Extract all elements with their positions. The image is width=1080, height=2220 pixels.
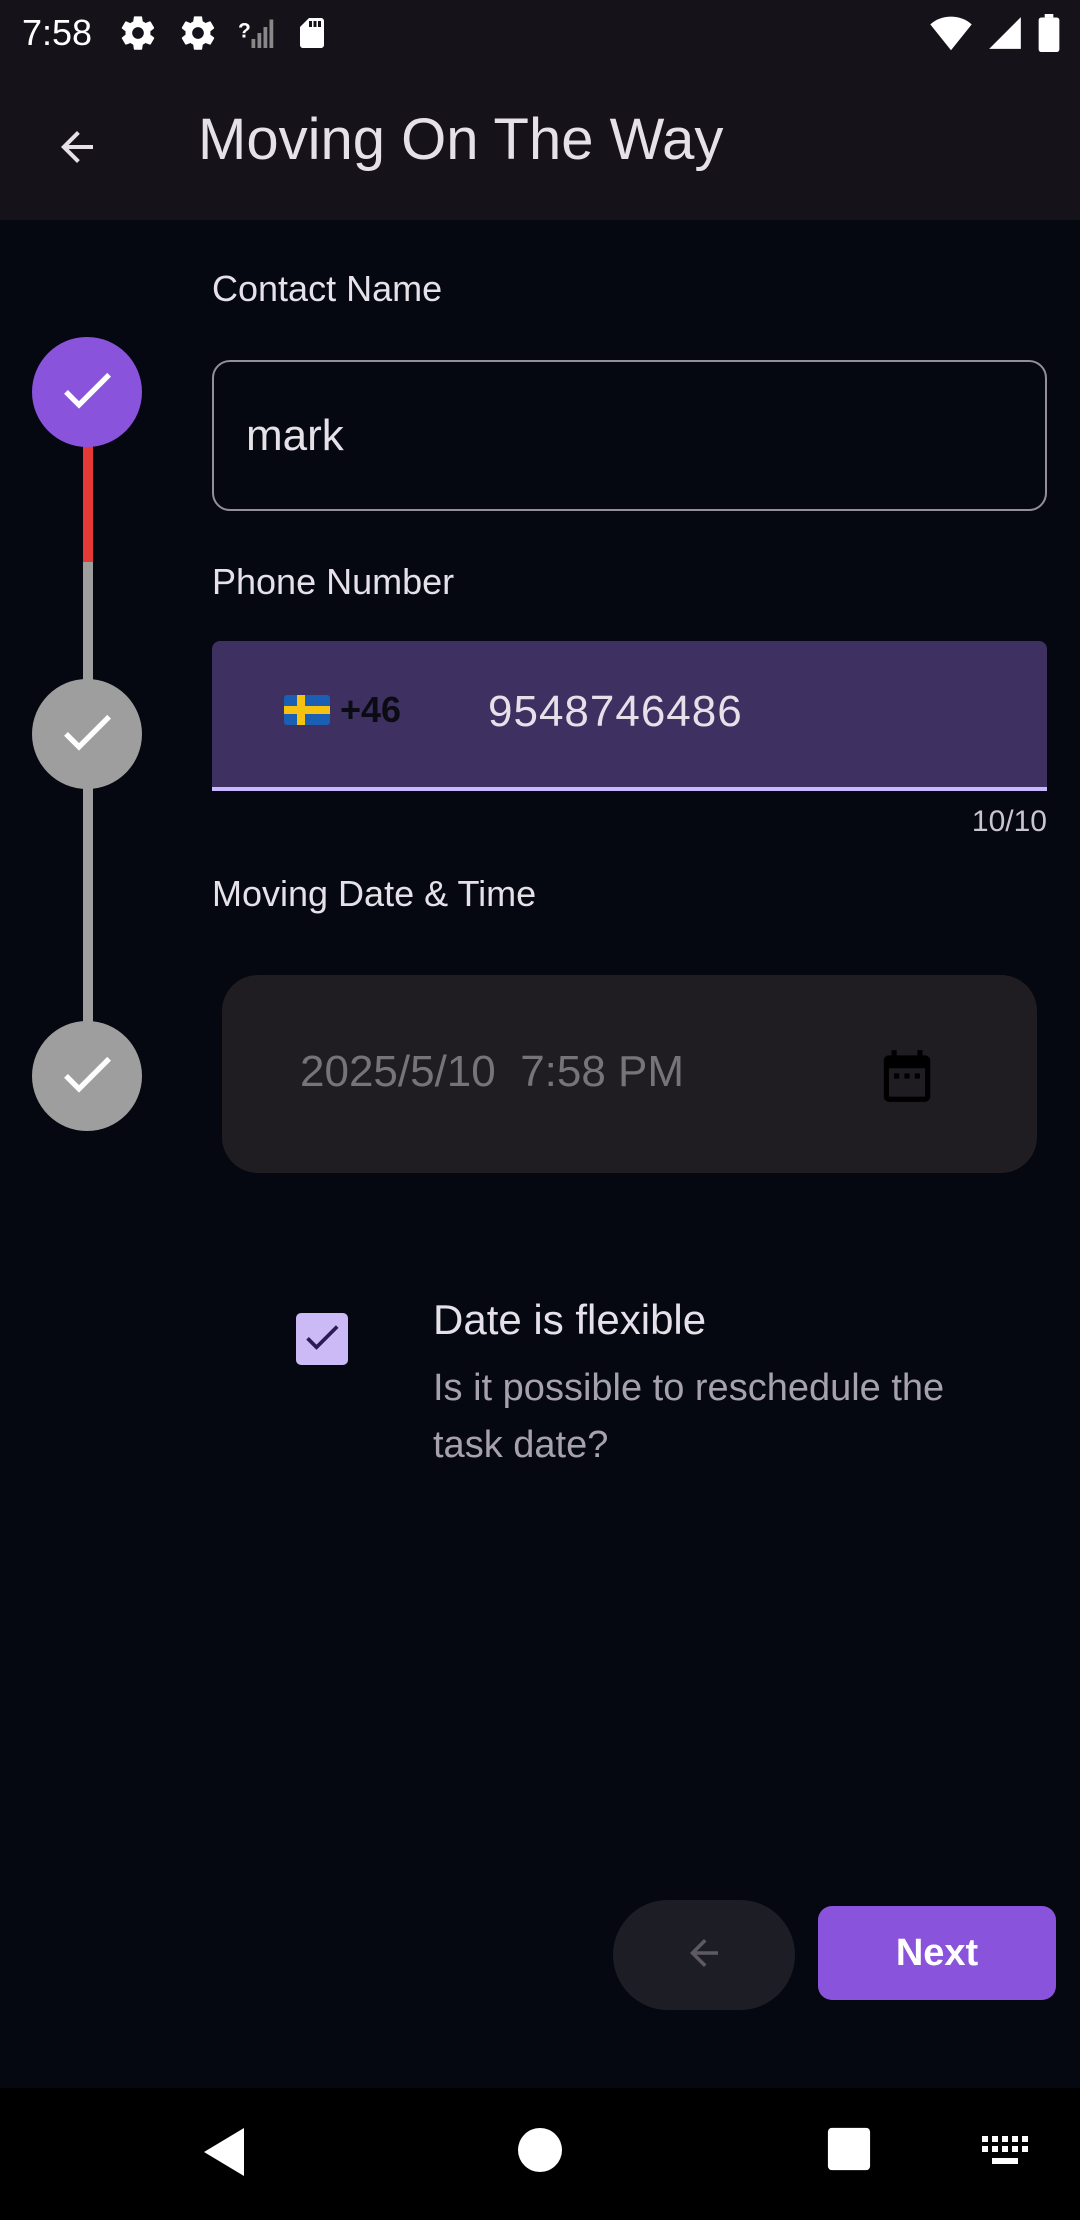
step-3-indicator[interactable]: [32, 1021, 142, 1131]
status-time: 7:58: [22, 12, 93, 53]
recents-square-icon: [826, 2126, 872, 2177]
signal-icon: [986, 14, 1024, 52]
moving-date-field[interactable]: 2025/5/10 7:58 PM: [222, 975, 1037, 1173]
step-connector-1: [83, 562, 93, 680]
settings-icon: [118, 13, 158, 53]
arrow-back-icon: [683, 1932, 725, 1979]
date-flexible-checkbox[interactable]: [296, 1313, 348, 1365]
wifi-icon: [930, 14, 972, 52]
keyboard-icon: [982, 2136, 1030, 2173]
check-icon: [300, 1315, 344, 1364]
phone-number-field[interactable]: +46 9548746486: [212, 641, 1047, 791]
check-icon: [55, 358, 119, 427]
step-1-indicator[interactable]: [32, 337, 142, 447]
status-bar: 7:58 ?: [0, 0, 1080, 66]
date-flexible-title: Date is flexible: [433, 1296, 707, 1343]
sweden-flag-icon: [284, 695, 330, 725]
nav-recents-button[interactable]: [826, 2126, 872, 2177]
back-button[interactable]: [40, 112, 114, 186]
step-2-indicator[interactable]: [32, 679, 142, 789]
date-flexible-subtitle: Is it possible to reschedule the task da…: [433, 1367, 945, 1466]
sd-card-icon: [294, 15, 330, 51]
nav-keyboard-button[interactable]: [982, 2136, 1030, 2173]
step-connector-2: [83, 786, 93, 1022]
country-code-selector[interactable]: +46: [284, 689, 401, 731]
nav-back-button[interactable]: [200, 2126, 248, 2183]
moving-date-label: Moving Date & Time: [212, 873, 537, 914]
battery-icon: [1038, 14, 1060, 52]
no-signal-icon: ?: [238, 15, 274, 51]
step-connector-progress: [83, 444, 93, 562]
system-nav-bar: [0, 2088, 1080, 2220]
dial-code: +46: [340, 689, 402, 730]
home-circle-icon: [516, 2126, 564, 2179]
contact-name-input[interactable]: [212, 360, 1047, 511]
page-title: Moving On The Way: [198, 107, 724, 172]
svg-text:?: ?: [238, 20, 251, 43]
calendar-icon[interactable]: [876, 1045, 938, 1112]
app-bar: Moving On The Way: [0, 66, 1080, 220]
character-counter: 10/10: [971, 805, 1047, 838]
next-button[interactable]: Next: [818, 1906, 1056, 2000]
back-triangle-icon: [200, 2126, 248, 2183]
moving-date-value: 2025/5/10 7:58 PM: [300, 1047, 685, 1096]
settings-icon: [178, 13, 218, 53]
phone-number-value[interactable]: 9548746486: [488, 687, 743, 737]
arrow-back-icon: [53, 123, 101, 176]
phone-number-label: Phone Number: [212, 561, 455, 602]
contact-name-label: Contact Name: [212, 268, 443, 309]
previous-step-button[interactable]: [613, 1900, 795, 2010]
check-icon: [55, 1042, 119, 1111]
status-icons-left: ?: [118, 13, 330, 53]
status-icons-right: [930, 14, 1060, 52]
nav-home-button[interactable]: [516, 2126, 564, 2179]
check-icon: [55, 700, 119, 769]
